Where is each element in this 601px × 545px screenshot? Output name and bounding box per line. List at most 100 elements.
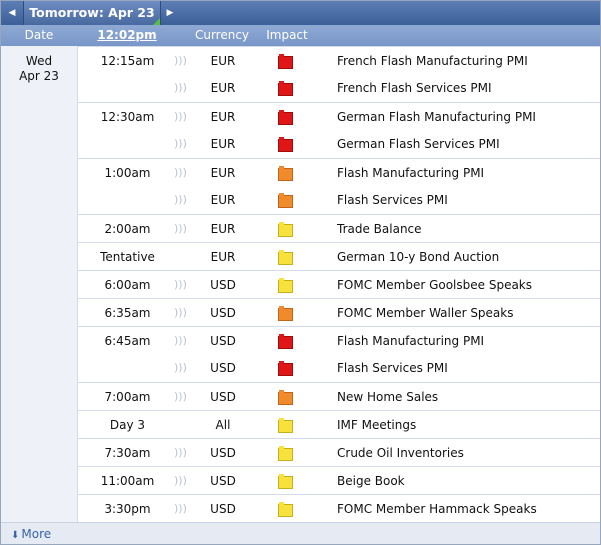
- download-arrow-icon: ⬇: [11, 530, 20, 541]
- orange-folder-icon: [278, 306, 293, 321]
- alarm-icon[interactable]: ))): [174, 47, 187, 75]
- red-folder-icon: [278, 334, 293, 349]
- event-title[interactable]: French Flash Manufacturing PMI: [337, 47, 528, 75]
- alarm-icon[interactable]: ))): [174, 354, 187, 382]
- event-time: 3:30pm: [104, 502, 151, 516]
- alarm-icon[interactable]: ))): [174, 327, 187, 355]
- yellow-folder-icon: [278, 474, 293, 489]
- event-time: 7:00am: [104, 390, 151, 404]
- alarm-icon[interactable]: ))): [174, 383, 187, 411]
- event-title[interactable]: FOMC Member Waller Speaks: [337, 299, 514, 327]
- impact-column-header: Impact: [266, 28, 308, 42]
- event-row[interactable]: 6:35am))) USD FOMC Member Waller Speaks: [78, 298, 600, 327]
- event-row[interactable]: 12:15am))) EUR French Flash Manufacturing …: [78, 46, 600, 75]
- day-cell: Wed Apr 23: [1, 46, 78, 522]
- current-day-tab[interactable]: Tomorrow: Apr 23: [23, 1, 161, 25]
- event-row[interactable]: 3:30pm))) USD FOMC Member Hammack Speaks: [78, 494, 600, 523]
- event-row[interactable]: 6:00am))) USD FOMC Member Goolsbee Speaks: [78, 270, 600, 299]
- previous-day-button[interactable]: ◀: [1, 1, 23, 25]
- event-title[interactable]: Flash Services PMI: [337, 186, 448, 214]
- red-folder-icon: [278, 81, 293, 96]
- event-time: Tentative: [100, 250, 155, 264]
- yellow-folder-icon: [278, 278, 293, 293]
- event-time: 6:45am: [104, 334, 151, 348]
- event-title[interactable]: FOMC Member Hammack Speaks: [337, 495, 537, 523]
- day-weekday: Wed: [25, 54, 53, 68]
- event-title[interactable]: German Flash Services PMI: [337, 130, 500, 158]
- event-title[interactable]: Beige Book: [337, 467, 405, 495]
- event-row[interactable]: Tentative EUR German 10-y Bond Auction: [78, 242, 600, 271]
- alarm-icon[interactable]: ))): [174, 439, 187, 467]
- event-row[interactable]: 7:30am))) USD Crude Oil Inventories: [78, 438, 600, 467]
- event-title[interactable]: IMF Meetings: [337, 411, 416, 439]
- event-row[interactable]: 11:00am))) USD Beige Book: [78, 466, 600, 495]
- alarm-icon[interactable]: ))): [174, 271, 187, 299]
- alarm-icon[interactable]: ))): [174, 186, 187, 214]
- event-time: 2:00am: [104, 222, 151, 236]
- event-title[interactable]: FOMC Member Goolsbee Speaks: [337, 271, 532, 299]
- alarm-icon[interactable]: ))): [174, 159, 187, 187]
- event-title[interactable]: Crude Oil Inventories: [337, 439, 464, 467]
- red-folder-icon: [278, 54, 293, 69]
- event-row[interactable]: ))) EUR German Flash Services PMI: [78, 130, 600, 158]
- event-currency: EUR: [210, 250, 236, 264]
- event-title[interactable]: Trade Balance: [337, 215, 422, 243]
- event-title[interactable]: Flash Services PMI: [337, 354, 448, 382]
- yellow-folder-icon: [278, 250, 293, 265]
- event-title[interactable]: French Flash Services PMI: [337, 74, 492, 102]
- alarm-icon[interactable]: ))): [174, 130, 187, 158]
- event-row[interactable]: 7:00am))) USD New Home Sales: [78, 382, 600, 411]
- orange-folder-icon: [278, 166, 293, 181]
- event-currency: EUR: [210, 166, 236, 180]
- date-column-header: Date: [24, 28, 54, 42]
- event-row[interactable]: 12:30am))) EUR German Flash Manufacturing …: [78, 102, 600, 131]
- event-row[interactable]: 2:00am))) EUR Trade Balance: [78, 214, 600, 243]
- calendar-widget: ◀ Tomorrow: Apr 23 ▶ Date 12:02pm Curren…: [0, 0, 601, 545]
- event-title[interactable]: New Home Sales: [337, 383, 438, 411]
- event-currency: USD: [210, 306, 236, 320]
- event-time: 12:30am: [100, 110, 155, 124]
- event-row[interactable]: 1:00am))) EUR Flash Manufacturing PMI: [78, 158, 600, 187]
- event-currency: USD: [210, 334, 236, 348]
- event-currency: EUR: [210, 222, 236, 236]
- event-row[interactable]: ))) USD Flash Services PMI: [78, 354, 600, 382]
- day-date: Apr 23: [19, 69, 59, 83]
- event-title[interactable]: Flash Manufacturing PMI: [337, 327, 484, 355]
- event-title[interactable]: German 10-y Bond Auction: [337, 243, 499, 271]
- alarm-icon[interactable]: ))): [174, 495, 187, 523]
- alarm-icon[interactable]: ))): [174, 74, 187, 102]
- event-row[interactable]: Day 3 All IMF Meetings: [78, 410, 600, 439]
- orange-folder-icon: [278, 193, 293, 208]
- red-folder-icon: [278, 361, 293, 376]
- alarm-icon[interactable]: ))): [174, 103, 187, 131]
- event-currency: EUR: [210, 54, 236, 68]
- event-time: 11:00am: [100, 474, 155, 488]
- event-currency: USD: [210, 502, 236, 516]
- event-currency: USD: [210, 361, 236, 375]
- event-time: Day 3: [109, 418, 146, 432]
- event-currency: EUR: [210, 137, 236, 151]
- current-day-label: Tomorrow: Apr 23: [29, 5, 155, 20]
- next-day-button[interactable]: ▶: [159, 1, 181, 25]
- day-navigation-bar: ◀ Tomorrow: Apr 23 ▶: [1, 1, 600, 25]
- alarm-icon[interactable]: ))): [174, 299, 187, 327]
- event-currency: EUR: [210, 110, 236, 124]
- yellow-folder-icon: [278, 446, 293, 461]
- event-currency: USD: [210, 474, 236, 488]
- alarm-icon[interactable]: ))): [174, 215, 187, 243]
- time-column-header[interactable]: 12:02pm: [77, 25, 177, 46]
- alarm-icon[interactable]: ))): [174, 467, 187, 495]
- more-link[interactable]: ⬇ More: [11, 523, 52, 544]
- event-title[interactable]: German Flash Manufacturing PMI: [337, 103, 536, 131]
- event-row[interactable]: 6:45am))) USD Flash Manufacturing PMI: [78, 326, 600, 355]
- red-folder-icon: [278, 137, 293, 152]
- event-row[interactable]: ))) EUR French Flash Services PMI: [78, 74, 600, 102]
- event-time: 7:30am: [104, 446, 151, 460]
- event-currency: USD: [210, 446, 236, 460]
- more-label: More: [21, 527, 52, 541]
- yellow-folder-icon: [278, 502, 293, 517]
- event-title[interactable]: Flash Manufacturing PMI: [337, 159, 484, 187]
- yellow-folder-icon: [278, 222, 293, 237]
- event-row[interactable]: ))) EUR Flash Services PMI: [78, 186, 600, 214]
- currency-column-header: Currency: [194, 28, 250, 42]
